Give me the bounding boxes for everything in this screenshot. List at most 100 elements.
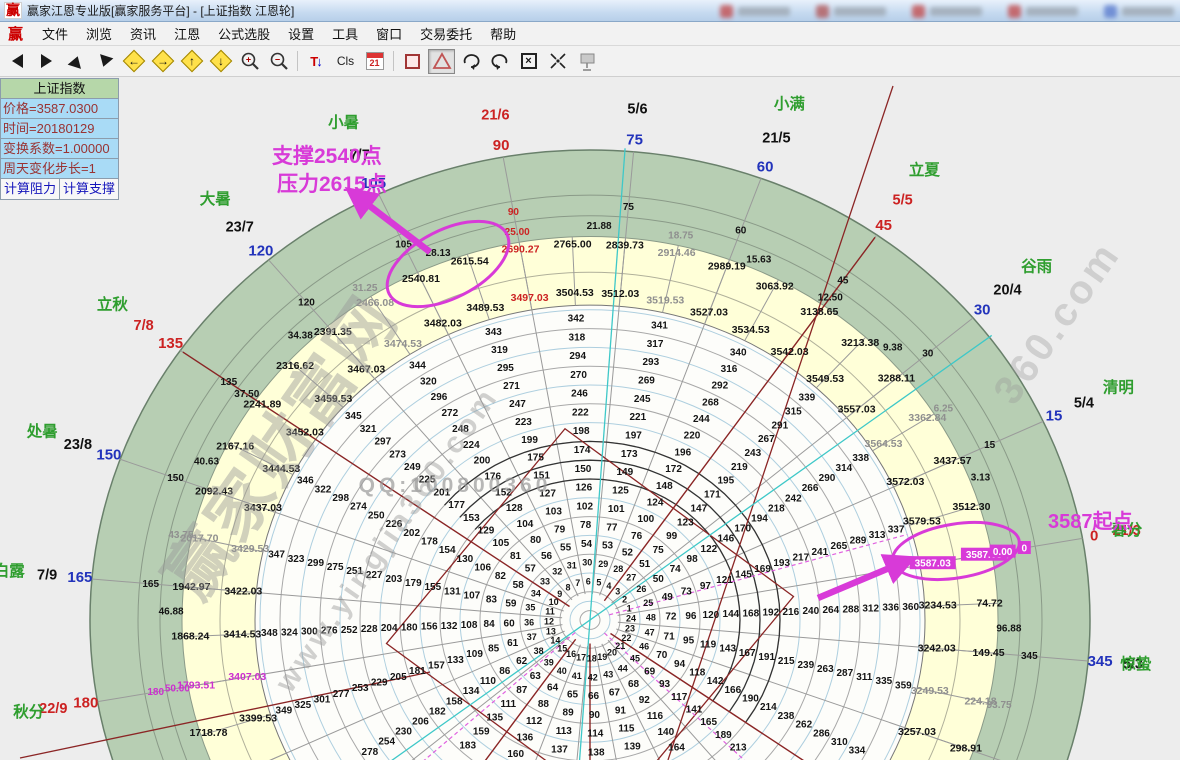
panel-button-计算阻力[interactable]: 计算阻力 bbox=[1, 179, 60, 199]
svg-text:48: 48 bbox=[646, 613, 656, 623]
center-view-icon[interactable] bbox=[544, 49, 571, 74]
svg-text:1: 1 bbox=[627, 603, 632, 613]
svg-text:92: 92 bbox=[639, 695, 651, 706]
svg-text:3489.53: 3489.53 bbox=[466, 302, 504, 314]
svg-text:40: 40 bbox=[557, 666, 567, 676]
rotate-cw-icon[interactable] bbox=[457, 49, 484, 74]
nav-left-icon[interactable] bbox=[4, 49, 31, 74]
svg-text:87: 87 bbox=[516, 685, 528, 696]
menu-item-江恩[interactable]: 江恩 bbox=[165, 21, 209, 46]
cls-button[interactable]: Cls bbox=[332, 49, 359, 74]
boxed-x-icon[interactable]: × bbox=[515, 49, 542, 74]
svg-text:104: 104 bbox=[517, 519, 534, 530]
svg-text:286: 286 bbox=[813, 728, 830, 739]
panel-row: 周天变化步长=1 bbox=[1, 159, 118, 179]
svg-text:107: 107 bbox=[464, 590, 481, 601]
svg-text:229: 229 bbox=[371, 678, 388, 689]
nav-down-icon[interactable] bbox=[91, 49, 118, 74]
menu-item-浏览[interactable]: 浏览 bbox=[77, 21, 121, 46]
menu-item-资讯[interactable]: 资讯 bbox=[121, 21, 165, 46]
svg-text:3534.53: 3534.53 bbox=[732, 324, 770, 336]
calendar-icon[interactable]: 21 bbox=[361, 49, 388, 74]
price-line-icon[interactable]: T↓ bbox=[303, 49, 330, 74]
zoom-in-icon[interactable]: + bbox=[236, 49, 263, 74]
draw-triangle-icon[interactable] bbox=[428, 49, 455, 74]
svg-text:193: 193 bbox=[773, 558, 790, 569]
svg-text:70: 70 bbox=[656, 650, 668, 661]
screen-icon[interactable] bbox=[573, 49, 600, 74]
svg-text:344: 344 bbox=[409, 361, 426, 372]
svg-text:167: 167 bbox=[739, 648, 756, 659]
pan-left-icon[interactable]: ← bbox=[120, 49, 147, 74]
nav-right-icon[interactable] bbox=[33, 49, 60, 74]
svg-text:196: 196 bbox=[674, 447, 691, 458]
svg-text:49: 49 bbox=[662, 592, 674, 603]
svg-text:84: 84 bbox=[484, 619, 496, 630]
svg-text:312: 312 bbox=[862, 604, 879, 615]
title-bar: 赢 赢家江恩专业版[赢家服务平台] - [上证指数 江恩轮] bbox=[0, 0, 1180, 22]
svg-text:247: 247 bbox=[509, 399, 526, 410]
svg-text:336: 336 bbox=[882, 603, 899, 614]
menu-item-工具[interactable]: 工具 bbox=[323, 21, 367, 46]
svg-text:242: 242 bbox=[785, 493, 802, 504]
rotate-ccw-icon[interactable] bbox=[486, 49, 513, 74]
svg-text:189: 189 bbox=[715, 730, 732, 741]
pan-down-icon[interactable]: ↓ bbox=[207, 49, 234, 74]
svg-text:91: 91 bbox=[615, 706, 627, 717]
svg-text:88: 88 bbox=[538, 699, 550, 710]
index-info-panel: 上证指数 价格=3587.0300时间=20180129变换系数=1.00000… bbox=[0, 78, 119, 200]
pan-up-icon[interactable]: ↑ bbox=[178, 49, 205, 74]
svg-text:160: 160 bbox=[507, 749, 524, 760]
svg-text:310: 310 bbox=[831, 737, 848, 748]
svg-text:22: 22 bbox=[621, 633, 631, 643]
svg-text:244: 244 bbox=[693, 414, 710, 425]
svg-text:50.00: 50.00 bbox=[165, 683, 190, 694]
svg-text:3257.03: 3257.03 bbox=[898, 726, 936, 738]
svg-text:144: 144 bbox=[723, 609, 740, 620]
svg-text:324: 324 bbox=[281, 627, 298, 638]
svg-text:5/5: 5/5 bbox=[893, 192, 913, 208]
svg-text:182: 182 bbox=[429, 706, 446, 717]
svg-text:15: 15 bbox=[984, 440, 996, 451]
svg-text:25: 25 bbox=[643, 598, 653, 608]
svg-text:103: 103 bbox=[545, 507, 562, 518]
svg-text:245: 245 bbox=[634, 394, 651, 405]
svg-text:136: 136 bbox=[517, 733, 534, 744]
draw-square-icon[interactable] bbox=[399, 49, 426, 74]
svg-text:204: 204 bbox=[381, 623, 398, 634]
menu-item-帮助[interactable]: 帮助 bbox=[481, 21, 525, 46]
svg-text:275: 275 bbox=[327, 562, 344, 573]
nav-up-icon[interactable] bbox=[62, 49, 89, 74]
menu-item-设置[interactable]: 设置 bbox=[279, 21, 323, 46]
svg-text:7/8: 7/8 bbox=[134, 318, 154, 334]
zoom-out-icon[interactable]: − bbox=[265, 49, 292, 74]
svg-text:129: 129 bbox=[478, 526, 495, 537]
svg-text:294: 294 bbox=[569, 351, 586, 362]
svg-text:334: 334 bbox=[849, 746, 866, 757]
svg-text:30: 30 bbox=[974, 302, 991, 319]
svg-text:273: 273 bbox=[389, 449, 406, 460]
menu-item-公式选股[interactable]: 公式选股 bbox=[209, 21, 279, 46]
svg-text:123: 123 bbox=[677, 517, 694, 528]
svg-text:320: 320 bbox=[420, 376, 437, 387]
svg-text:秋分: 秋分 bbox=[13, 702, 45, 721]
svg-text:3564.53: 3564.53 bbox=[865, 438, 903, 450]
svg-text:74.72: 74.72 bbox=[976, 598, 1002, 610]
svg-text:3414.53: 3414.53 bbox=[223, 628, 261, 640]
pan-right-icon[interactable]: → bbox=[149, 49, 176, 74]
svg-text:99: 99 bbox=[666, 531, 678, 542]
svg-text:85: 85 bbox=[488, 644, 500, 655]
menu-item-窗口[interactable]: 窗口 bbox=[367, 21, 411, 46]
menu-item-文件[interactable]: 文件 bbox=[33, 21, 77, 46]
svg-text:59: 59 bbox=[505, 599, 517, 610]
svg-text:288: 288 bbox=[842, 604, 859, 615]
svg-text:195: 195 bbox=[717, 476, 734, 487]
svg-text:175: 175 bbox=[527, 453, 544, 464]
svg-text:301: 301 bbox=[314, 694, 331, 705]
panel-button-计算支撑[interactable]: 计算支撑 bbox=[60, 179, 118, 199]
svg-text:156: 156 bbox=[421, 622, 438, 633]
svg-text:11: 11 bbox=[545, 607, 555, 617]
menu-item-交易委托[interactable]: 交易委托 bbox=[411, 21, 481, 46]
svg-text:支撑2540点: 支撑2540点 bbox=[272, 144, 382, 168]
svg-text:213: 213 bbox=[730, 743, 747, 754]
